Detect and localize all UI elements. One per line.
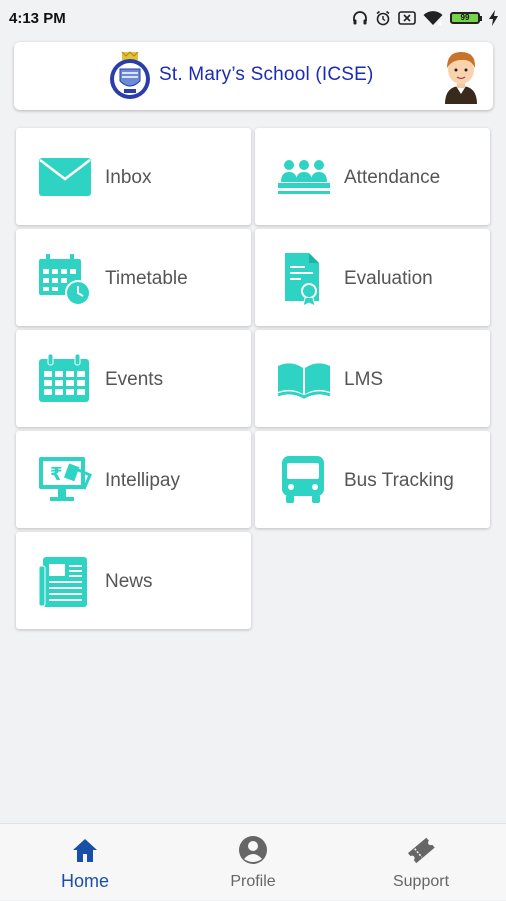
attendance-icon [277, 152, 331, 202]
tile-evaluation[interactable]: Evaluation [255, 229, 490, 326]
tile-inbox[interactable]: Inbox [16, 128, 251, 225]
wifi-icon [423, 10, 443, 26]
battery-level: 99 [450, 12, 480, 24]
tile-events[interactable]: Events [16, 330, 251, 427]
tile-label: Attendance [344, 167, 441, 188]
nav-label: Support [392, 873, 450, 890]
status-time: 4:13 PM [9, 9, 66, 27]
tile-label: Bus Tracking [344, 470, 454, 491]
tile-label: Evaluation [344, 268, 433, 289]
tile-label: Timetable [105, 268, 188, 289]
svg-text:₹: ₹ [50, 464, 63, 485]
ticket-icon [405, 834, 437, 866]
status-bar: 4:13 PM 99 [0, 0, 506, 36]
alarm-icon [375, 10, 391, 26]
nav-profile[interactable]: Profile [193, 824, 313, 901]
payment-icon: ₹ [38, 455, 92, 505]
nav-label: Profile [230, 873, 276, 890]
tile-label: News [105, 571, 153, 592]
tile-timetable[interactable]: Timetable [16, 229, 251, 326]
status-icons: 99 [352, 10, 498, 26]
school-header: St. Mary’s School (ICSE) [14, 42, 493, 110]
nav-home[interactable]: Home [25, 824, 145, 901]
tile-label: LMS [344, 369, 384, 390]
timetable-icon [38, 253, 92, 306]
nav-label: Home [60, 871, 109, 891]
school-crest-icon [108, 51, 152, 106]
mail-icon [38, 152, 92, 202]
bus-icon [277, 455, 331, 505]
tile-attendance[interactable]: Attendance [255, 128, 490, 225]
tile-news[interactable]: News [16, 532, 251, 629]
evaluation-icon [277, 253, 331, 307]
battery-icon: 99 [450, 12, 482, 24]
calendar-icon [38, 354, 92, 404]
charging-icon [489, 10, 498, 26]
newspaper-icon [38, 556, 92, 607]
tile-lms[interactable]: LMS [255, 330, 490, 427]
nav-support[interactable]: Support [361, 824, 481, 901]
profile-icon [237, 834, 269, 866]
tile-label: Inbox [105, 167, 152, 188]
home-icon [69, 834, 101, 866]
headphones-icon [352, 10, 368, 26]
bottom-nav: Home Profile Support [0, 823, 506, 900]
school-name: St. Mary’s School (ICSE) [159, 64, 374, 85]
avatar[interactable] [441, 48, 481, 109]
tile-intellipay[interactable]: ₹ Intellipay [16, 431, 251, 528]
tile-bus-tracking[interactable]: Bus Tracking [255, 431, 490, 528]
book-icon [277, 354, 331, 404]
tile-label: Intellipay [105, 470, 180, 491]
tile-label: Events [105, 369, 164, 390]
no-sim-icon [398, 10, 416, 26]
